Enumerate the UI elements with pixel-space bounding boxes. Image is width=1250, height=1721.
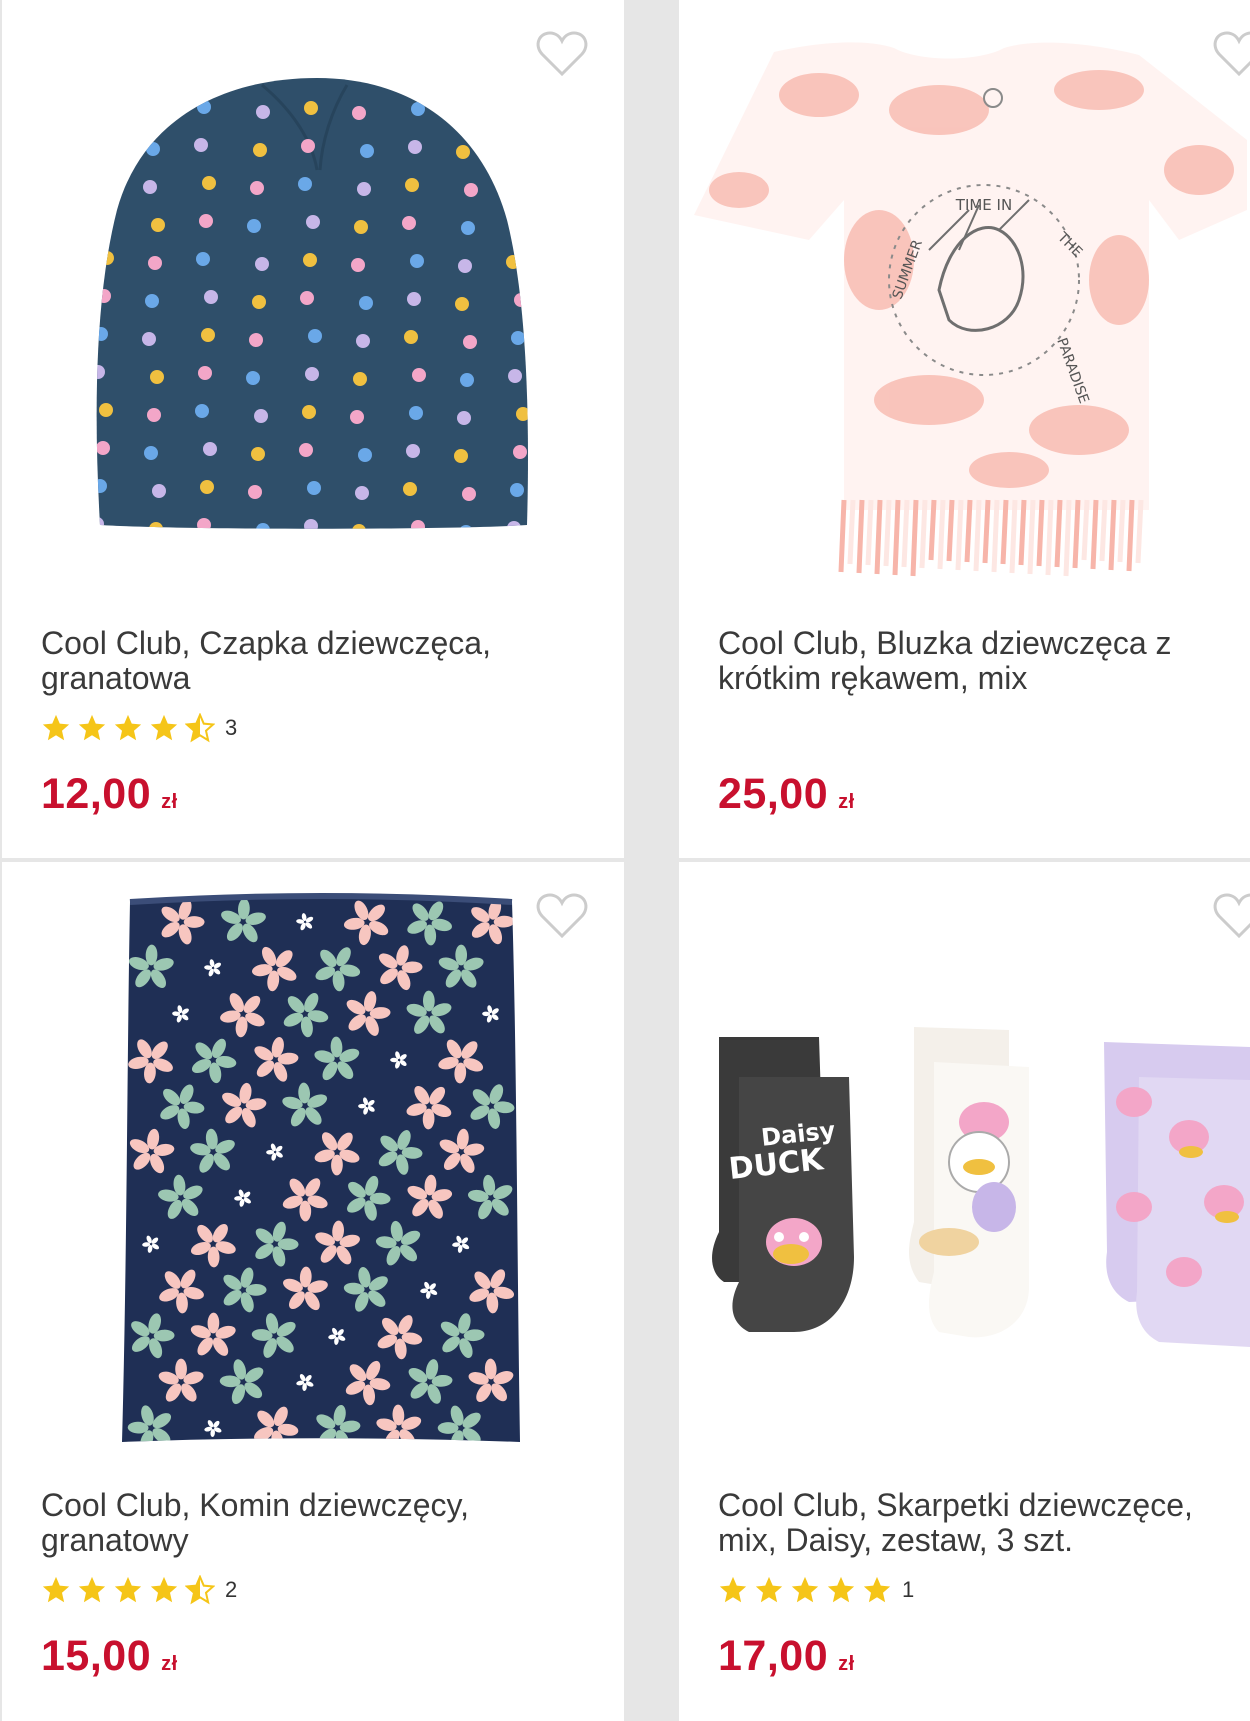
star-icon bbox=[755, 1576, 783, 1603]
product-title[interactable]: Cool Club, Skarpetki dziewczęce, mix, Da… bbox=[718, 1488, 1238, 1558]
product-rating: 1 bbox=[718, 1574, 914, 1606]
price-currency: zł bbox=[838, 791, 855, 813]
product-title[interactable]: Cool Club, Czapka dziewczęca, granatowa bbox=[41, 626, 581, 696]
product-price: 17,00 zł bbox=[718, 1632, 855, 1681]
star-icon bbox=[78, 714, 106, 741]
star-icon bbox=[863, 1576, 891, 1603]
price-value: 15,00 bbox=[41, 1632, 152, 1680]
svg-text:TIME IN: TIME IN bbox=[955, 196, 1012, 214]
price-value: 12,00 bbox=[41, 770, 152, 818]
product-grid: Cool Club, Czapka dziewczęca, granatowa … bbox=[0, 0, 1250, 1721]
rating-count: 1 bbox=[902, 1577, 915, 1602]
wishlist-heart-icon[interactable] bbox=[1213, 30, 1250, 78]
star-icon bbox=[78, 1576, 106, 1603]
star-icon bbox=[719, 1576, 747, 1603]
product-title[interactable]: Cool Club, Bluzka dziewczęca z krótkim r… bbox=[718, 626, 1238, 696]
product-image-beanie[interactable] bbox=[2, 0, 624, 600]
product-image-tshirt[interactable]: TIME IN SUMMER PARADISE THE bbox=[679, 0, 1250, 600]
star-icon bbox=[150, 714, 178, 741]
price-currency: zł bbox=[161, 1653, 178, 1675]
wishlist-heart-icon[interactable] bbox=[536, 30, 588, 78]
price-currency: zł bbox=[161, 791, 178, 813]
rating-count: 2 bbox=[225, 1577, 238, 1602]
star-icon bbox=[791, 1576, 819, 1603]
product-price: 25,00 zł bbox=[718, 770, 855, 819]
star-icon bbox=[42, 1576, 70, 1603]
product-card[interactable]: Cool Club, Komin dziewczęcy, granatowy 2… bbox=[2, 862, 624, 1721]
price-value: 17,00 bbox=[718, 1632, 829, 1680]
wishlist-heart-icon[interactable] bbox=[536, 892, 588, 940]
product-price: 12,00 zł bbox=[41, 770, 178, 819]
star-icon bbox=[42, 714, 70, 741]
product-rating: 2 bbox=[41, 1574, 237, 1606]
star-icon bbox=[827, 1576, 855, 1603]
star-icon bbox=[114, 714, 142, 741]
product-price: 15,00 zł bbox=[41, 1632, 178, 1681]
wishlist-heart-icon[interactable] bbox=[1213, 892, 1250, 940]
price-value: 25,00 bbox=[718, 770, 829, 818]
product-image-socks[interactable]: Daisy DUCK bbox=[679, 862, 1250, 1462]
price-currency: zł bbox=[838, 1653, 855, 1675]
star-icon bbox=[114, 1576, 142, 1603]
product-card[interactable]: Daisy DUCK Cool Club, Skarpetki dziewczę… bbox=[679, 862, 1250, 1721]
product-title[interactable]: Cool Club, Komin dziewczęcy, granatowy bbox=[41, 1488, 581, 1558]
rating-count: 3 bbox=[225, 715, 238, 740]
half-star-icon bbox=[185, 713, 215, 743]
product-card[interactable]: TIME IN SUMMER PARADISE THE Cool Club, B… bbox=[679, 0, 1250, 858]
product-card[interactable]: Cool Club, Czapka dziewczęca, granatowa … bbox=[2, 0, 624, 858]
half-star-icon bbox=[185, 1575, 215, 1605]
product-rating: 3 bbox=[41, 712, 237, 744]
product-image-snood[interactable] bbox=[2, 862, 624, 1462]
star-icon bbox=[150, 1576, 178, 1603]
